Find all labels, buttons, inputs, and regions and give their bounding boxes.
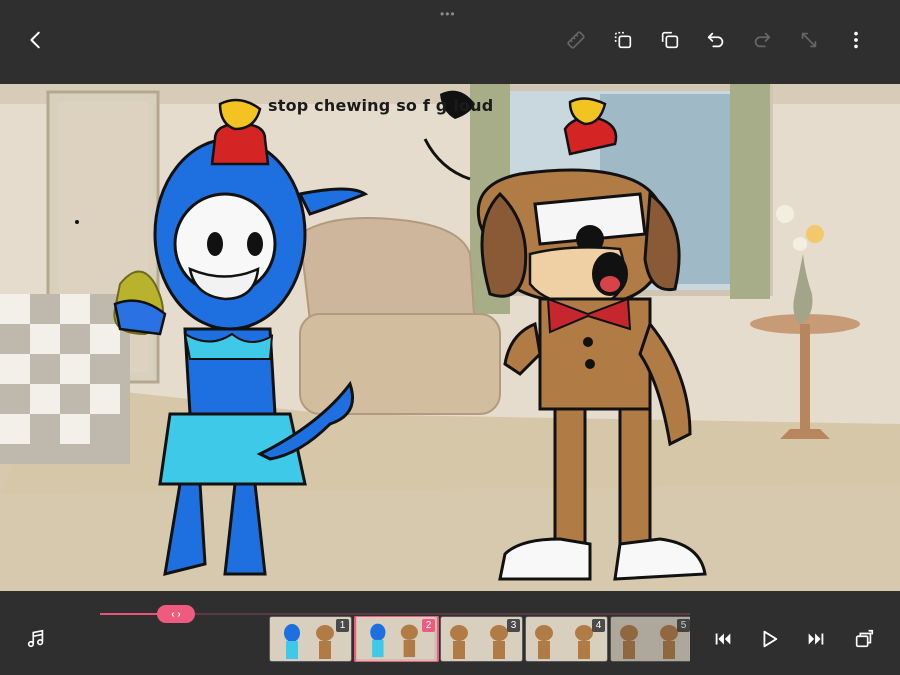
frame-thumbnail-5[interactable]: 5 — [610, 616, 690, 662]
frame-number: 5 — [677, 619, 690, 632]
frame-strip: 1 2 3 4 5 — [269, 616, 690, 662]
back-button[interactable] — [20, 24, 52, 56]
undo-icon — [707, 32, 724, 48]
music-button[interactable] — [22, 626, 50, 652]
music-note-icon — [27, 629, 44, 648]
more-button[interactable] — [840, 24, 872, 56]
chevron-left-icon — [30, 31, 40, 49]
window-grabber[interactable]: ••• — [440, 7, 456, 21]
speech-caption: stop chewing so f g loud — [268, 96, 494, 115]
copy-icon — [661, 31, 679, 49]
skip-to-start-button[interactable] — [709, 626, 737, 652]
frame-thumbnail-3[interactable]: 3 — [440, 616, 523, 662]
frame-thumbnail-2[interactable]: 2 — [354, 616, 439, 662]
timeline-scrubber[interactable]: ‹ › — [157, 605, 195, 623]
duplicate-frame-button[interactable] — [607, 24, 639, 56]
drawing-canvas[interactable]: stop chewing so f g loud — [0, 84, 900, 591]
redo-icon — [754, 32, 771, 48]
scrubber-label: ‹ › — [171, 608, 181, 620]
expand-icon — [801, 32, 817, 48]
duplicate-frame-icon — [614, 31, 632, 49]
frame-number: 4 — [592, 619, 605, 632]
play-icon — [763, 630, 778, 648]
more-icon — [854, 31, 858, 49]
ruler-button[interactable] — [560, 24, 592, 56]
frame-number: 2 — [422, 619, 435, 632]
skip-to-start-icon — [715, 633, 731, 645]
undo-button[interactable] — [700, 24, 732, 56]
play-button[interactable] — [755, 626, 783, 652]
skip-to-end-button[interactable] — [802, 626, 830, 652]
redo-button[interactable] — [746, 24, 778, 56]
expand-button[interactable] — [793, 24, 825, 56]
scene-illustration — [0, 84, 900, 591]
frame-thumbnail-4[interactable]: 4 — [525, 616, 608, 662]
layers-button[interactable] — [850, 626, 878, 652]
top-toolbar: ••• — [0, 0, 900, 84]
skip-to-end-icon — [808, 633, 824, 645]
frame-number: 1 — [336, 619, 349, 632]
copy-button[interactable] — [654, 24, 686, 56]
ruler-icon — [567, 31, 585, 49]
frame-number: 3 — [507, 619, 520, 632]
layers-icon — [855, 629, 874, 648]
frame-thumbnail-1[interactable]: 1 — [269, 616, 352, 662]
